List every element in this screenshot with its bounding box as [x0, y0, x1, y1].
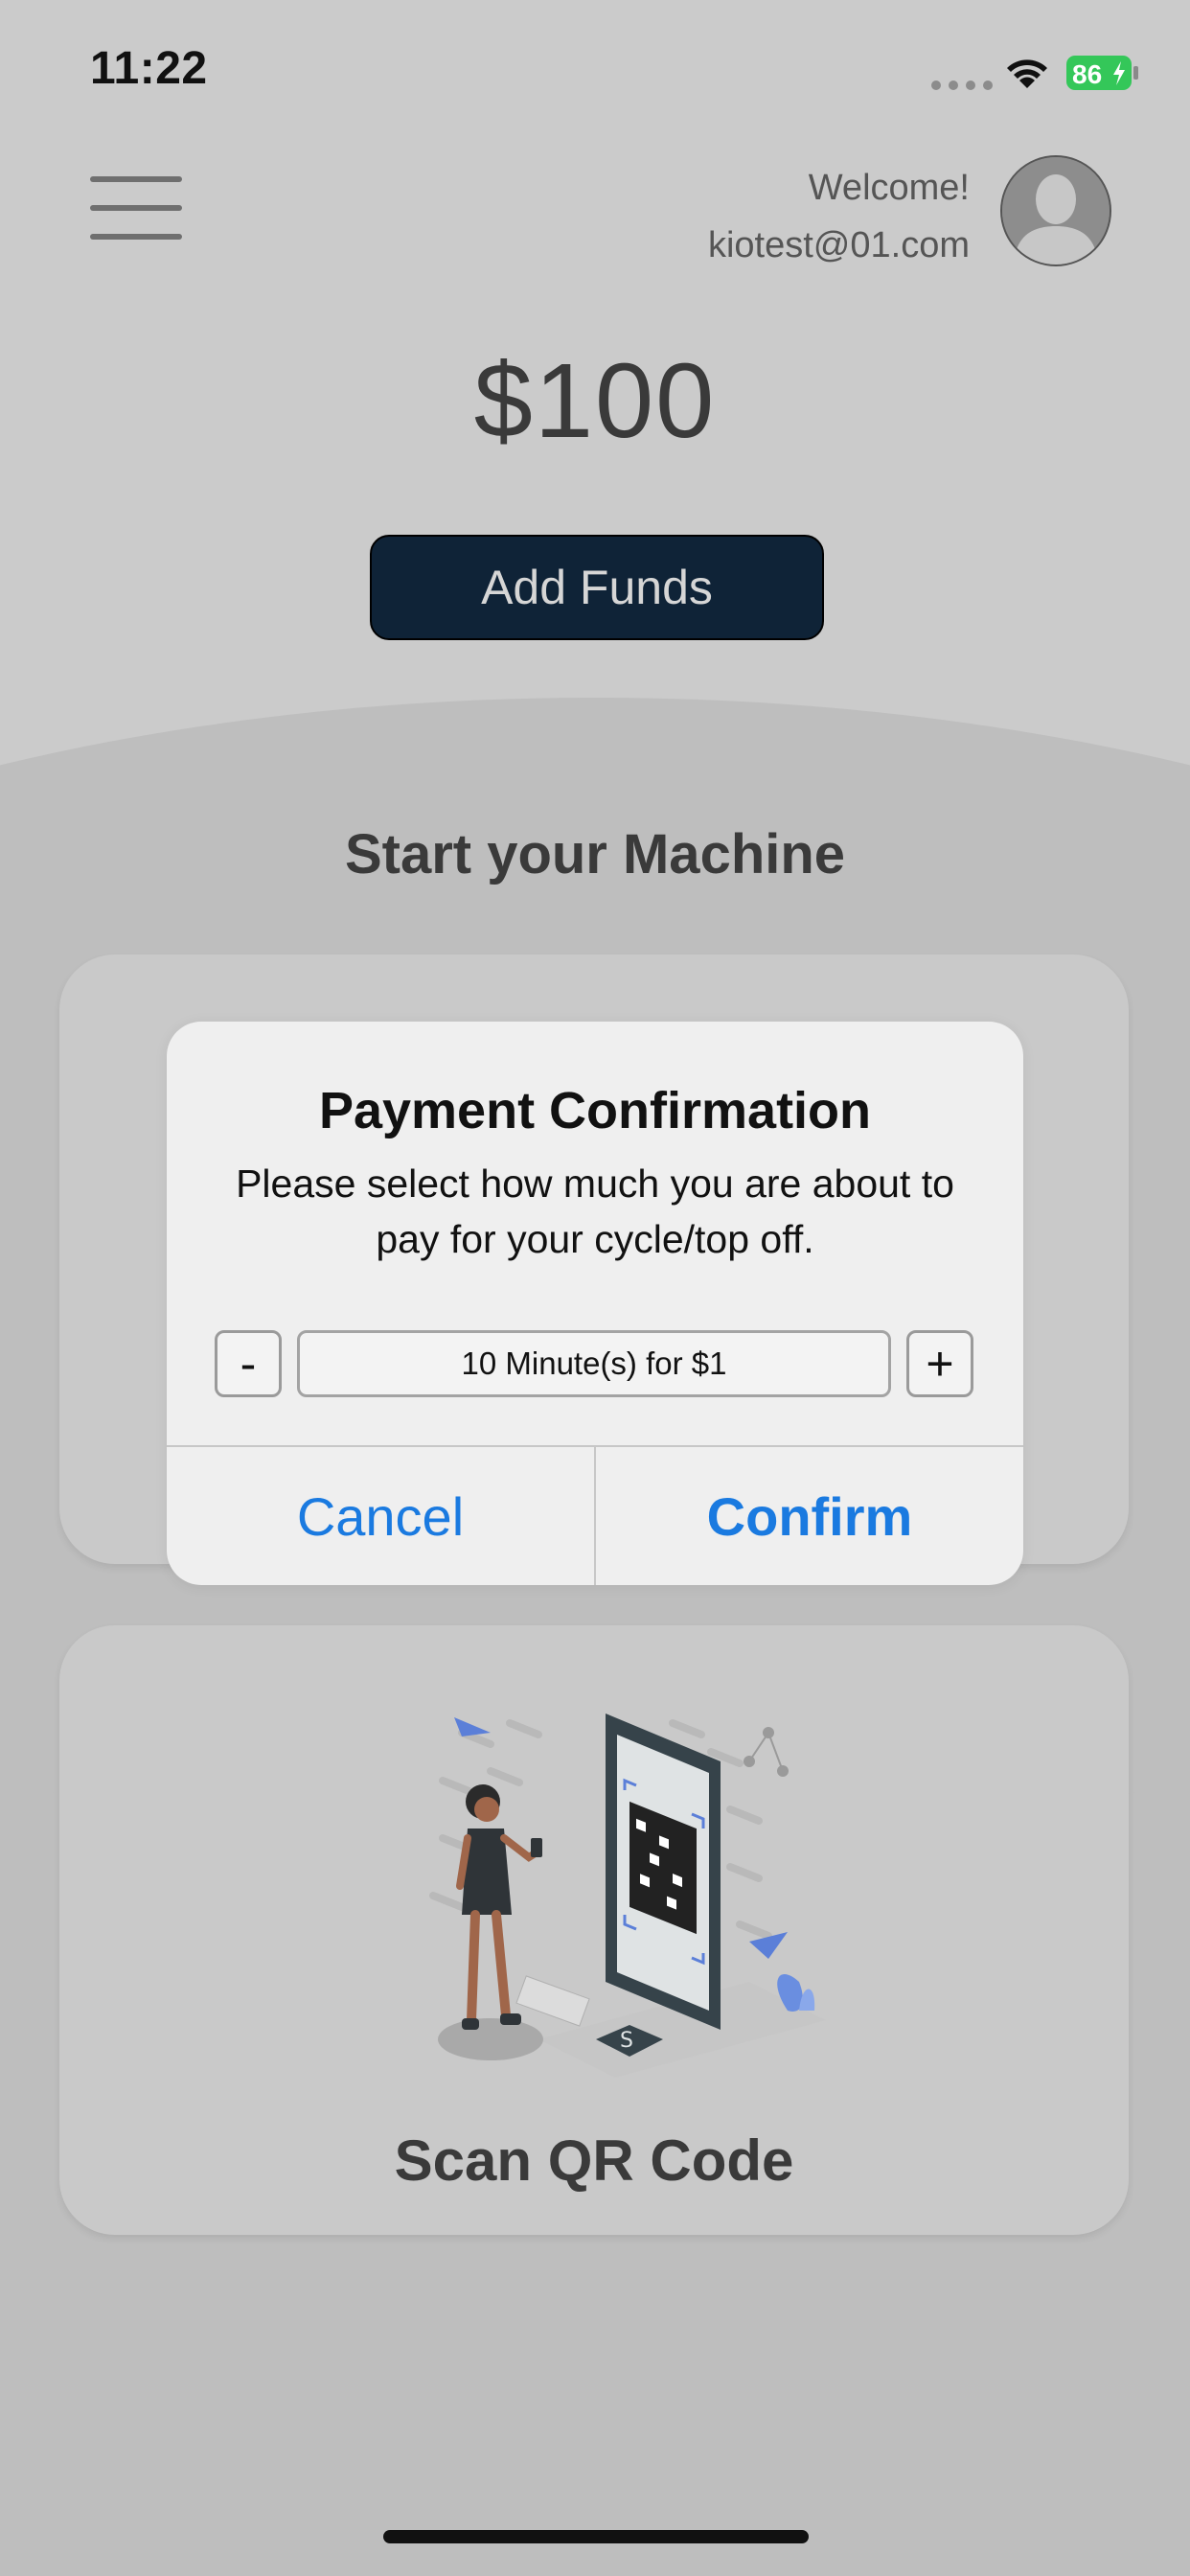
dialog-title: Payment Confirmation	[318, 1082, 872, 1139]
welcome-block: Welcome! kiotest@01.com	[708, 159, 970, 274]
status-time: 11:22	[90, 43, 208, 94]
cancel-button[interactable]: Cancel	[167, 1447, 594, 1585]
battery-level: 86	[1072, 59, 1102, 89]
hamburger-menu-icon[interactable]	[90, 176, 182, 240]
decrement-button[interactable]: -	[215, 1330, 282, 1397]
wallet-balance: $100	[473, 342, 717, 460]
scan-qr-label: Scan QR Code	[394, 2128, 794, 2193]
increment-button[interactable]: +	[906, 1330, 973, 1397]
wifi-icon	[1007, 59, 1047, 88]
add-funds-button[interactable]: Add Funds	[370, 535, 824, 640]
welcome-greeting: Welcome!	[808, 168, 970, 208]
payment-confirmation-dialog: Payment Confirmation Please select how m…	[167, 1022, 1023, 1585]
app-screen: 11:22 86 Welcome! kiotest@01.com $100 Ad…	[0, 0, 1190, 2576]
qr-scan-illustration: S	[429, 1714, 826, 2078]
svg-text:S: S	[620, 2029, 633, 2053]
dialog-message: Please select how much you are about to …	[236, 1162, 954, 1261]
user-silhouette-icon	[1002, 157, 1110, 264]
section-title: Start your Machine	[344, 823, 846, 886]
battery-icon: 86	[1066, 56, 1138, 90]
cellular-signal-icon	[931, 80, 993, 90]
avatar[interactable]	[1000, 155, 1111, 266]
confirm-button[interactable]: Confirm	[596, 1447, 1023, 1585]
amount-field[interactable]: 10 Minute(s) for $1	[297, 1330, 891, 1397]
user-email: kiotest@01.com	[707, 225, 970, 265]
scan-qr-card[interactable]: S Scan QR Code	[59, 1625, 1129, 2235]
home-indicator[interactable]	[383, 2530, 809, 2543]
